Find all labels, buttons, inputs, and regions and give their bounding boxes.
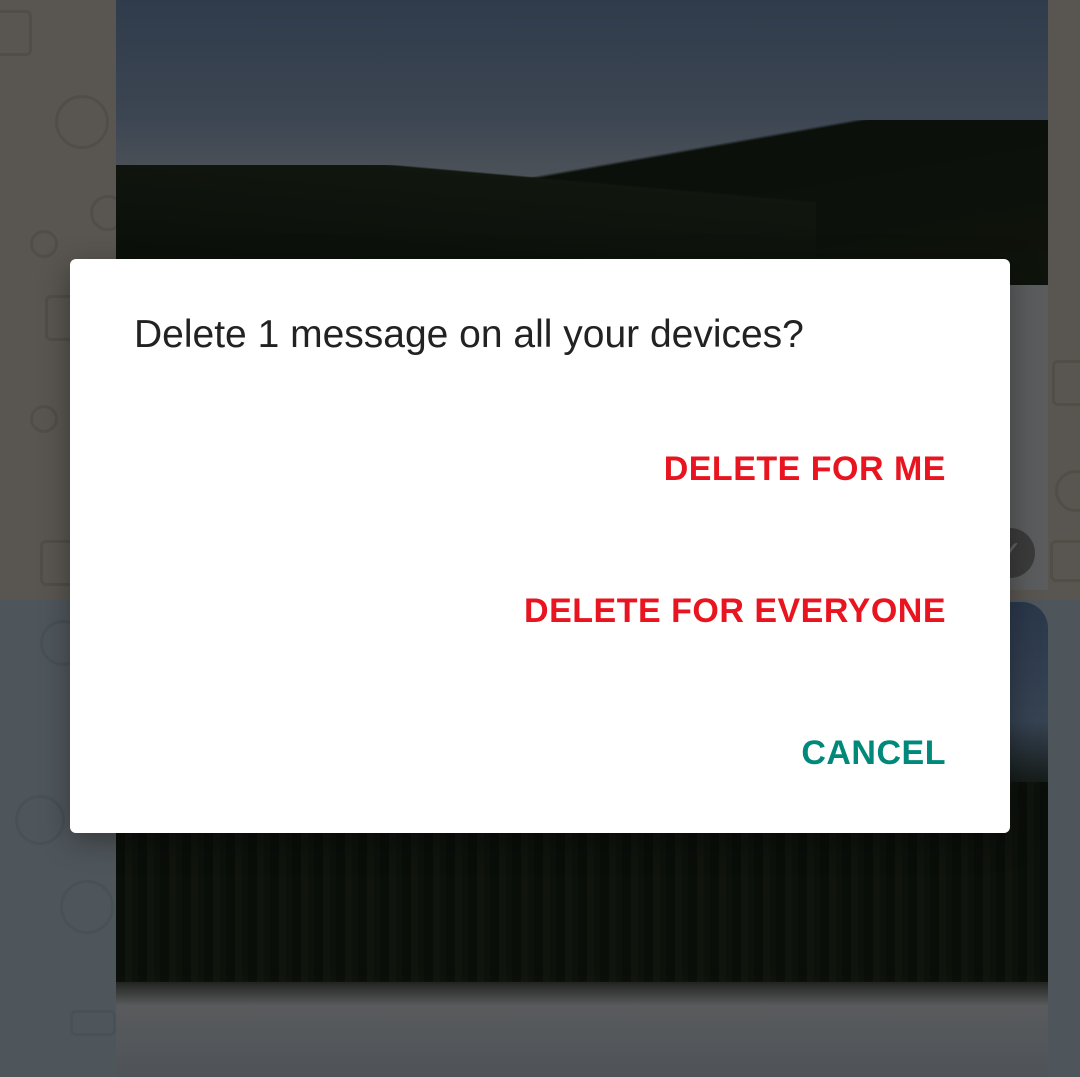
screen: ✓ Delete 1 message on all your devices? … — [0, 0, 1080, 1077]
cancel-button[interactable]: CANCEL — [799, 715, 948, 791]
delete-for-me-button[interactable]: DELETE FOR ME — [662, 431, 948, 507]
delete-for-everyone-button[interactable]: DELETE FOR EVERYONE — [522, 573, 948, 649]
dialog-title: Delete 1 message on all your devices? — [134, 313, 804, 356]
delete-message-dialog: Delete 1 message on all your devices? DE… — [70, 259, 1010, 833]
